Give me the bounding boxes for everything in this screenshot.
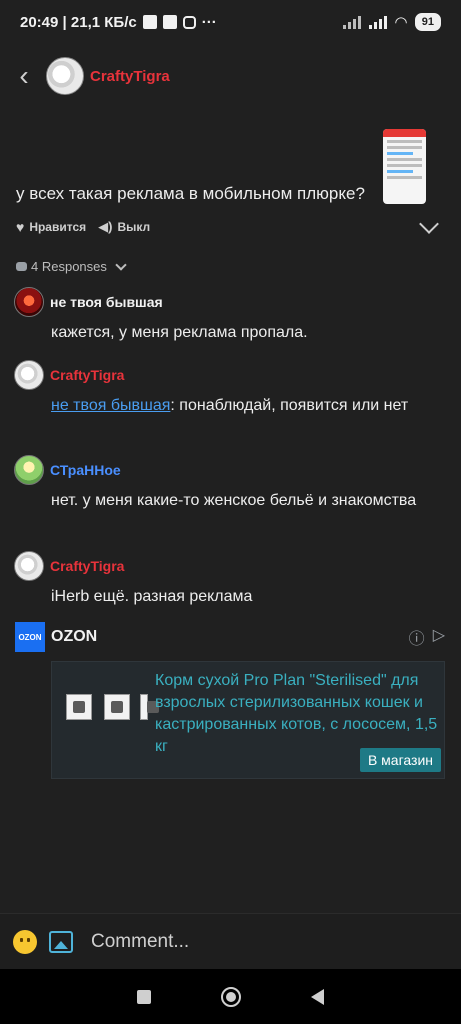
product-image: [66, 694, 92, 720]
comment-item: СТраННое нет. у меня какие-то женское бе…: [14, 455, 446, 512]
back-icon[interactable]: ‹: [12, 60, 36, 91]
like-label: Нравится: [29, 220, 87, 234]
commenter-name[interactable]: CraftyTigra: [50, 558, 124, 574]
commenter-avatar[interactable]: [14, 551, 44, 581]
mention-link[interactable]: не твоя бывшая: [51, 397, 170, 414]
speaker-icon: ◀): [98, 219, 113, 234]
status-right: ◠ 91: [343, 13, 441, 31]
comment-text: нет. у меня какие-то женское бельё и зна…: [51, 492, 417, 509]
shop-button[interactable]: В магазин: [359, 748, 441, 772]
more-notifications-icon: ···: [201, 13, 217, 31]
battery-icon: 91: [414, 13, 441, 31]
commenter-name[interactable]: СТраННое: [50, 462, 121, 478]
wifi-icon: ◠: [395, 14, 407, 31]
commenter-avatar[interactable]: [14, 287, 44, 317]
like-button[interactable]: ♥ Нравится: [16, 219, 86, 235]
comment-item: CraftyTigra не твоя бывшая: понаблюдай, …: [14, 360, 446, 417]
commenter-name[interactable]: CraftyTigra: [50, 367, 124, 383]
commenter-avatar[interactable]: [14, 455, 44, 485]
home-icon[interactable]: [221, 986, 241, 1007]
heart-icon: ♥: [16, 219, 25, 235]
post-text: у всех такая реклама в мобильном плюрке?: [16, 184, 365, 203]
comment-input[interactable]: [91, 930, 421, 953]
comment-text: не твоя бывшая: понаблюдай, появится или…: [51, 394, 446, 417]
chevron-down-icon: [115, 258, 127, 271]
signal-icon-2: [369, 15, 388, 29]
upload-icon: [142, 15, 157, 29]
post-actions: ♥ Нравится ◀) Выкл: [16, 214, 444, 238]
comment-text-rest: : понаблюдай, появится или нет: [170, 397, 409, 414]
comment-bar: [0, 913, 461, 969]
responses-label: 4 Responses: [31, 259, 107, 274]
emoji-icon[interactable]: [13, 929, 37, 954]
ad-brand-name[interactable]: OZON: [51, 628, 97, 646]
comment-item: CraftyTigra iHerb ещё. разная реклама: [14, 551, 446, 608]
status-bar: 20:49 | 21,1 КБ/с ··· ◠ 91: [0, 0, 461, 44]
ad-card[interactable]: Корм сухой Pro Plan "Sterilised" для взр…: [51, 661, 445, 779]
ad-choices-icon[interactable]: ▷: [433, 625, 445, 649]
post-header: ‹ CraftyTigra: [0, 44, 461, 108]
instagram-icon: [182, 15, 196, 29]
author-avatar[interactable]: [46, 57, 84, 95]
responses-toggle[interactable]: 4 Responses: [16, 258, 127, 274]
product-image: [104, 694, 130, 720]
mute-label: Выкл: [117, 220, 151, 234]
recents-icon[interactable]: [137, 989, 151, 1004]
chat-bubble-icon: [16, 262, 27, 271]
signal-icon: [343, 15, 362, 29]
system-nav-bar: [0, 969, 461, 1024]
product-image: [140, 694, 159, 720]
chevron-down-icon[interactable]: [419, 214, 439, 234]
status-left: 20:49 | 21,1 КБ/с ···: [20, 14, 217, 31]
image-icon[interactable]: [49, 930, 73, 953]
back-triangle-icon[interactable]: [311, 988, 324, 1005]
post-image-thumbnail[interactable]: [383, 129, 426, 204]
comment-text: кажется, у меня реклама пропала.: [51, 324, 308, 341]
ad-info-icon[interactable]: ⓘ: [409, 625, 425, 649]
ozon-logo[interactable]: OZON: [15, 622, 45, 652]
ad-description[interactable]: Корм сухой Pro Plan "Sterilised" для взр…: [155, 670, 443, 758]
comment-item: не твоя бывшая кажется, у меня реклама п…: [14, 287, 446, 344]
commenter-name[interactable]: не твоя бывшая: [50, 294, 163, 310]
sponsored-ad: OZON OZON ⓘ ▷ Корм сухой Pro Plan "Steri…: [15, 622, 445, 779]
message-icon: [162, 15, 177, 29]
mute-button[interactable]: ◀) Выкл: [98, 219, 150, 235]
time-network-speed: 20:49 | 21,1 КБ/с: [20, 13, 137, 31]
post-author-name[interactable]: CraftyTigra: [90, 68, 170, 85]
commenter-avatar[interactable]: [14, 360, 44, 390]
comment-text: iHerb ещё. разная реклама: [51, 588, 253, 605]
